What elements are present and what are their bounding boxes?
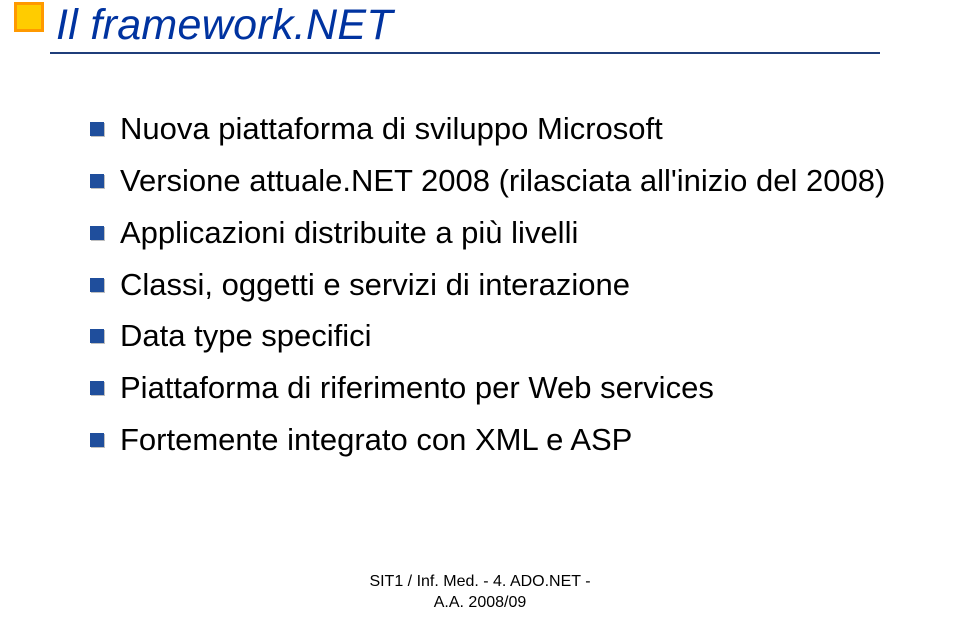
bullet-icon [90,381,104,395]
list-item-text: Classi, oggetti e servizi di interazione [120,264,630,306]
footer-line-2: A.A. 2008/09 [0,593,960,614]
bullet-list: Nuova piattaforma di sviluppo Microsoft … [90,108,920,471]
bullet-icon [90,433,104,447]
bullet-icon [90,226,104,240]
list-item-text: Versione attuale.NET 2008 (rilasciata al… [120,160,885,202]
list-item-text: Applicazioni distribuite a più livelli [120,212,578,254]
list-item-text: Piattaforma di riferimento per Web servi… [120,367,714,409]
list-item: Fortemente integrato con XML e ASP [90,419,920,461]
list-item-text: Fortemente integrato con XML e ASP [120,419,632,461]
list-item: Versione attuale.NET 2008 (rilasciata al… [90,160,920,202]
bullet-icon [90,278,104,292]
slide-footer: SIT1 / Inf. Med. - 4. ADO.NET - A.A. 200… [0,572,960,614]
list-item: Nuova piattaforma di sviluppo Microsoft [90,108,920,150]
slide-title: Il framework.NET [56,2,393,49]
bullet-icon [90,329,104,343]
bullet-icon [90,174,104,188]
footer-line-1: SIT1 / Inf. Med. - 4. ADO.NET - [0,572,960,593]
accent-square-icon [14,2,44,32]
list-item: Applicazioni distribuite a più livelli [90,212,920,254]
list-item: Data type specifici [90,315,920,357]
list-item: Classi, oggetti e servizi di interazione [90,264,920,306]
list-item-text: Nuova piattaforma di sviluppo Microsoft [120,108,663,150]
bullet-icon [90,122,104,136]
title-underline [50,52,880,54]
list-item-text: Data type specifici [120,315,372,357]
list-item: Piattaforma di riferimento per Web servi… [90,367,920,409]
